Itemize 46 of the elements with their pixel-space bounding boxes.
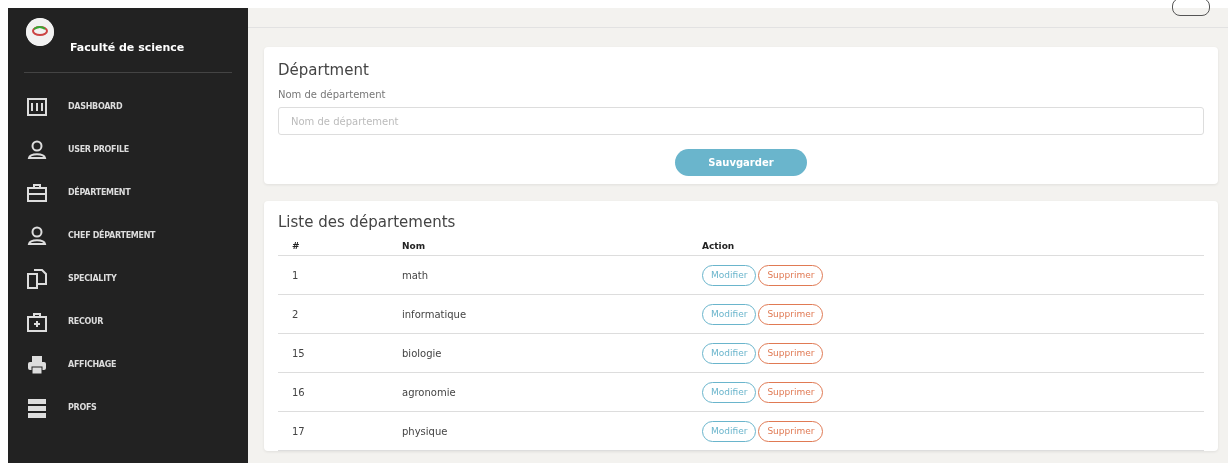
field-label: Nom de département <box>278 89 387 100</box>
card-title: Liste des départements <box>278 213 457 231</box>
edit-button[interactable]: Modifier <box>702 381 757 403</box>
table-cell: 17 <box>278 411 398 451</box>
save-button[interactable]: Sauvgarder <box>675 149 807 176</box>
table-cell: 16 <box>278 372 398 412</box>
kit-icon <box>26 310 48 333</box>
delete-button[interactable]: Supprimer <box>758 420 824 442</box>
input-field[interactable]: Nom de département <box>278 107 1204 135</box>
table-cell: 15 <box>278 333 398 373</box>
user-icon <box>26 138 48 161</box>
edit-button[interactable]: Modifier <box>702 264 757 286</box>
table-cell: 2 <box>278 294 398 334</box>
logo-icon <box>26 18 54 46</box>
briefcase-icon <box>26 181 48 204</box>
column-header: # <box>278 241 398 256</box>
sidebar-item[interactable]: DASHBOARD <box>8 85 248 128</box>
edit-button[interactable]: Modifier <box>702 342 757 364</box>
delete-button[interactable]: Supprimer <box>758 303 824 325</box>
column-header: Action <box>702 241 1204 256</box>
column-header: Nom <box>398 241 702 256</box>
brand-title: Faculté de science <box>70 41 185 54</box>
delete-button[interactable]: Supprimer <box>758 381 824 403</box>
table-cell: math <box>398 255 702 295</box>
card-title: Départment <box>278 61 370 79</box>
table-cell: informatique <box>398 294 702 334</box>
user-icon <box>26 224 48 247</box>
table-cell: agronomie <box>398 372 702 412</box>
sidebar-item[interactable]: DÉPARTEMENT <box>8 171 248 214</box>
edit-button[interactable]: Modifier <box>702 303 757 325</box>
dashboard-icon <box>26 95 48 118</box>
sidebar-item[interactable]: RECOUR <box>8 300 248 343</box>
sidebar-item[interactable]: CHEF DÉPARTEMENT <box>8 214 248 257</box>
table-cell: biologie <box>398 333 702 373</box>
sidebar-item[interactable]: SPECIALITY <box>8 257 248 300</box>
delete-button[interactable]: Supprimer <box>758 264 824 286</box>
table-cell: 1 <box>278 255 398 295</box>
sidebar-item[interactable]: PROFS <box>8 386 248 429</box>
copy-icon <box>26 267 48 290</box>
delete-button[interactable]: Supprimer <box>758 342 824 364</box>
printer-icon <box>26 353 48 376</box>
edit-button[interactable]: Modifier <box>702 420 757 442</box>
sidebar-item[interactable]: AFFICHAGE <box>8 343 248 386</box>
table-cell: physique <box>398 411 702 451</box>
server-icon <box>26 396 48 419</box>
sidebar-item[interactable]: USER PROFILE <box>8 128 248 171</box>
